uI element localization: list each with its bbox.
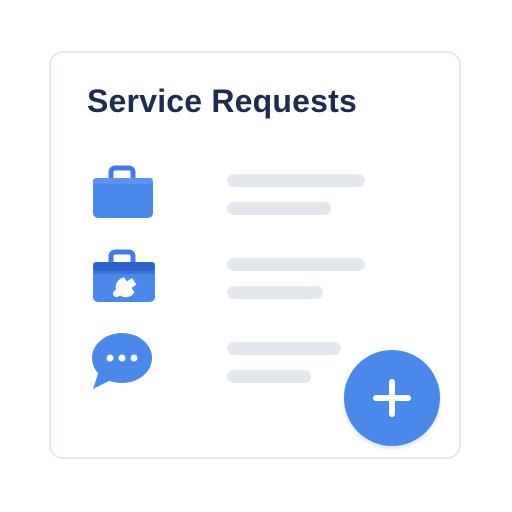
chat-bubble-icon	[89, 329, 155, 389]
placeholder-line	[227, 174, 365, 187]
briefcase-icon	[89, 163, 155, 221]
add-request-button[interactable]	[344, 350, 440, 446]
list-item[interactable]	[89, 247, 365, 307]
card-title: Service Requests	[87, 83, 358, 119]
list-item[interactable]	[89, 163, 365, 223]
placeholder-line	[227, 202, 331, 215]
service-requests-card: Service Requests	[49, 51, 461, 459]
placeholder-line	[227, 286, 323, 299]
list-item[interactable]	[89, 329, 349, 389]
plus-icon	[344, 376, 440, 420]
placeholder-line	[227, 342, 341, 355]
placeholder-line	[227, 370, 311, 383]
toolbox-wrench-icon	[89, 247, 155, 305]
placeholder-line	[227, 258, 365, 271]
